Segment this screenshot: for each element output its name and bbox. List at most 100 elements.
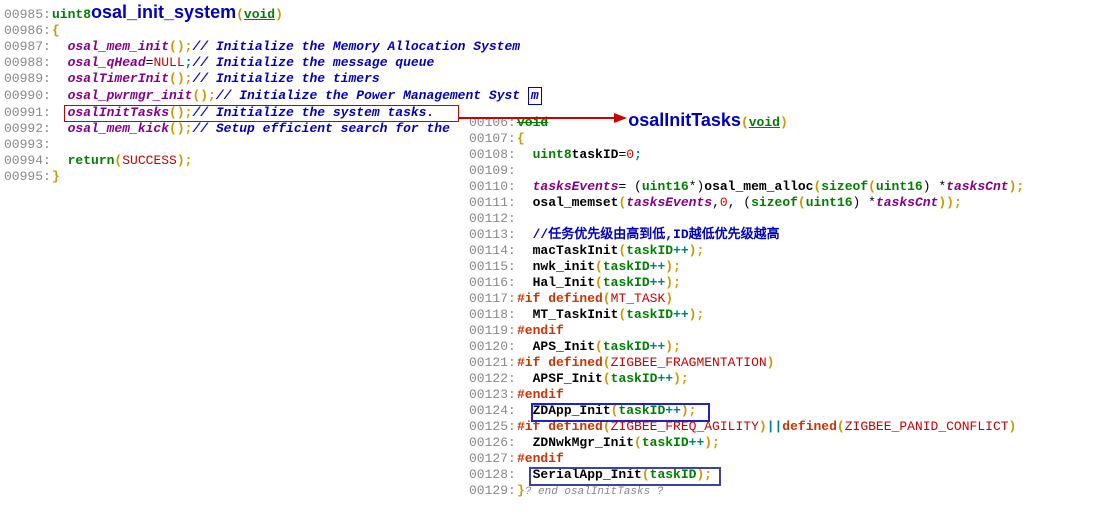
preproc: #if defined: [517, 291, 603, 307]
line-number: 00126:: [469, 435, 517, 451]
brace: {: [517, 131, 525, 147]
line-number: 00991:: [4, 105, 52, 121]
paren: (: [595, 259, 603, 275]
line-number: 00129:: [469, 483, 517, 499]
line-number: 00994:: [4, 153, 52, 169]
variable: taskID: [603, 339, 650, 355]
line-number: 00116:: [469, 275, 517, 291]
truncation-marker: m: [528, 87, 542, 105]
func-call: osal_pwrmgr_init: [68, 88, 193, 104]
macro: MT_TASK: [611, 291, 666, 307]
line-number: 00122:: [469, 371, 517, 387]
line-number: 00123:: [469, 387, 517, 403]
func-call: ZDNwkMgr_Init: [533, 435, 634, 451]
comment: // Setup efficient search for the: [192, 121, 449, 137]
paren: ): [759, 419, 767, 435]
variable: taskID: [611, 371, 658, 387]
comment-cn: //任务优先级由高到低,ID越低优先级越高: [533, 227, 780, 243]
preproc-endif: #endif: [517, 323, 564, 339]
paren: , (: [728, 195, 751, 211]
left-code-block: 00985: uint8 osal_init_system( void ) 00…: [4, 4, 542, 185]
void-keyword: void: [244, 7, 275, 23]
red-highlight-box: [64, 105, 459, 122]
null-literal: NULL: [153, 55, 184, 71]
sizeof: sizeof: [751, 195, 798, 211]
line-number: 00986:: [4, 23, 52, 39]
func-call: osal_mem_kick: [68, 121, 169, 137]
line-number: 00989:: [4, 71, 52, 87]
comment: // Initialize the message queue: [192, 55, 434, 71]
comma: ,: [712, 195, 720, 211]
semi: ;: [634, 147, 642, 163]
equals: =: [146, 55, 154, 71]
line-number: 00114:: [469, 243, 517, 259]
variable: taskID: [603, 259, 650, 275]
op: ++: [673, 307, 689, 323]
paren: ): [780, 115, 788, 131]
paren: (: [618, 195, 626, 211]
paren: );: [673, 371, 689, 387]
paren: (: [634, 435, 642, 451]
blue-highlight-box-1: [531, 403, 710, 422]
paren: (: [595, 339, 603, 355]
func-call: APSF_Init: [533, 371, 603, 387]
paren: (: [595, 275, 603, 291]
code-diagram: 00985: uint8 osal_init_system( void ) 00…: [4, 4, 1110, 516]
paren: (: [603, 371, 611, 387]
op: ) *: [923, 179, 946, 195]
paren: ();: [192, 88, 215, 104]
blue-highlight-box-2: [529, 467, 721, 486]
end-comment: ? end osalInitTasks ?: [525, 484, 664, 500]
macro: ZIGBEE_PANID_CONFLICT: [845, 419, 1009, 435]
paren: ));: [938, 195, 961, 211]
line-number: 00128:: [469, 467, 517, 483]
paren: (: [236, 7, 244, 23]
or-op: ||: [767, 419, 783, 435]
defined: defined: [782, 419, 837, 435]
type: uint16: [806, 195, 853, 211]
line-number: 00127:: [469, 451, 517, 467]
line-number: 00111:: [469, 195, 517, 211]
paren: ();: [169, 121, 192, 137]
brace: }: [517, 483, 525, 499]
paren: );: [665, 259, 681, 275]
paren: (: [618, 307, 626, 323]
line-number: 00987:: [4, 39, 52, 55]
void-keyword: void: [749, 115, 780, 131]
line-number: 00995:: [4, 169, 52, 185]
cast: *): [689, 179, 705, 195]
comment: // Initialize the timers: [192, 71, 379, 87]
paren: (: [813, 179, 821, 195]
return-keyword: return: [68, 153, 115, 169]
line-number: 00118:: [469, 307, 517, 323]
func-call: MT_TaskInit: [533, 307, 619, 323]
eq: = (: [618, 179, 641, 195]
line-number: 00119:: [469, 323, 517, 339]
paren: );: [665, 339, 681, 355]
paren: ): [275, 7, 283, 23]
paren: (: [837, 419, 845, 435]
variable: tasksEvents: [626, 195, 712, 211]
line-number: 00988:: [4, 55, 52, 71]
variable: taskID: [603, 275, 650, 291]
line-number: 00120:: [469, 339, 517, 355]
paren: (: [603, 291, 611, 307]
variable: taskID: [642, 435, 689, 451]
op: ) *: [853, 195, 876, 211]
func-call: macTaskInit: [533, 243, 619, 259]
paren: (: [618, 243, 626, 259]
op: ++: [689, 435, 705, 451]
type: uint16: [642, 179, 689, 195]
func-call: osalTimerInit: [68, 71, 169, 87]
variable: taskID: [626, 243, 673, 259]
line-number: 00117:: [469, 291, 517, 307]
line-number: 00992:: [4, 121, 52, 137]
paren: );: [665, 275, 681, 291]
paren: );: [704, 435, 720, 451]
function-name-big: osal_init_system: [91, 4, 236, 20]
paren: );: [1009, 179, 1025, 195]
line-number: 00109:: [469, 163, 517, 179]
line-number: 00110:: [469, 179, 517, 195]
func-call: osal_mem_alloc: [704, 179, 813, 195]
paren: (: [798, 195, 806, 211]
